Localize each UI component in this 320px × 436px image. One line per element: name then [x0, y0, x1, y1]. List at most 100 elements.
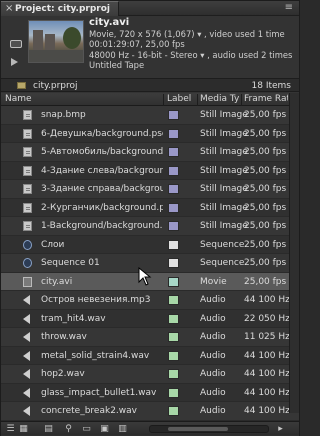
label-swatch[interactable] — [168, 202, 179, 213]
sequence-icon — [23, 239, 32, 250]
file-icon — [23, 184, 32, 194]
label-swatch[interactable] — [168, 221, 179, 231]
clip-thumbnail — [28, 20, 84, 63]
find-icon[interactable]: ⚲ — [63, 424, 74, 434]
poster-frame-icon[interactable] — [10, 40, 22, 48]
label-swatch[interactable] — [168, 369, 179, 379]
list-item[interactable]: 2-Курганчик/background.psd Still Image 25,… — [1, 198, 299, 217]
play-icon[interactable] — [11, 58, 18, 66]
item-media-type: Sequence — [200, 239, 245, 250]
item-name: concrete_break2.wav — [41, 406, 137, 416]
automate-icon[interactable]: ▤ — [43, 424, 54, 434]
label-swatch[interactable] — [168, 165, 179, 176]
scroll-right-icon[interactable]: ▸ — [275, 424, 286, 434]
close-icon[interactable]: × — [5, 4, 13, 14]
audio-icon — [23, 406, 30, 416]
bin-name: city.prproj — [33, 81, 78, 91]
list-item[interactable]: 4-Здание слева/background.psd Still Image… — [1, 161, 299, 180]
item-media-type: Audio — [200, 350, 226, 361]
column-media-type[interactable]: Media Typ — [200, 94, 240, 104]
label-swatch[interactable] — [168, 313, 179, 324]
item-name: 2-Курганчик/background.psd — [41, 202, 163, 213]
bottom-toolbar: ☰ ▦ ▤ ⚲ ▭ ▣ ▥ ▸ — [1, 421, 299, 435]
label-swatch[interactable] — [168, 147, 179, 157]
clip-info: city.avi Movie, 720 x 576 (1,067) ▾ , vi… — [89, 17, 295, 71]
item-frame-rate: 25,00 fps — [244, 202, 287, 213]
item-name: 6-Девушка/background.psd — [41, 128, 163, 139]
label-swatch[interactable] — [168, 239, 179, 250]
column-frame-rate[interactable]: Frame Rate — [244, 94, 288, 104]
item-name: 4-Здание слева/background.psd — [41, 165, 163, 176]
item-frame-rate: 44 100 Hz — [244, 369, 290, 379]
label-swatch[interactable] — [168, 276, 179, 287]
item-frame-rate: 25,00 fps — [244, 184, 287, 194]
mouse-cursor-icon — [138, 267, 152, 286]
item-name: snap.bmp — [41, 110, 86, 120]
label-swatch[interactable] — [168, 332, 179, 342]
list-item[interactable]: hop2.wav Audio 44 100 Hz — [1, 365, 299, 384]
item-name: 3-Здание справа/background.psd — [41, 184, 163, 194]
item-frame-rate: 25,00 fps — [244, 239, 287, 250]
file-icon — [23, 128, 32, 139]
list-item[interactable]: glass_impact_bullet1.wav Audio 44 100 Hz — [1, 383, 299, 402]
list-item[interactable]: Остров невезения.mp3 Audio 44 100 Hz — [1, 291, 299, 310]
new-item-icon[interactable]: ▣ — [99, 424, 110, 434]
column-label[interactable]: Label — [167, 94, 197, 104]
item-frame-rate: 22 050 Hz — [244, 313, 290, 324]
list-item[interactable]: snap.bmp Still Image 25,00 fps — [1, 106, 299, 125]
label-swatch[interactable] — [168, 387, 179, 398]
list-item[interactable]: 5-Автомобиль/background.psd Still Image25… — [1, 143, 299, 162]
item-media-type: Audio — [200, 295, 226, 305]
clip-info-line: 48000 Hz - 16-bit - Stereo ▾ , audio use… — [89, 49, 293, 60]
clip-title: city.avi — [89, 17, 130, 28]
preview-area: city.avi Movie, 720 x 576 (1,067) ▾ , vi… — [1, 16, 299, 78]
tab-label: Project: city.prproj — [15, 4, 110, 14]
item-media-type: Still Image — [200, 184, 248, 194]
item-media-type: Audio — [200, 387, 226, 398]
tab-project[interactable]: × Project: city.prproj — [1, 1, 119, 16]
clip-info-line: Untitled Tape — [89, 60, 145, 70]
icon-view-icon[interactable]: ▦ — [18, 424, 29, 434]
item-media-type: Still Image — [200, 128, 248, 139]
scroll-thumb[interactable] — [168, 427, 228, 431]
label-swatch[interactable] — [168, 258, 179, 268]
list-view-icon[interactable]: ☰ — [5, 424, 16, 434]
item-name: hop2.wav — [41, 369, 85, 379]
item-media-type: Still Image — [200, 165, 248, 176]
item-media-type: Sequence — [200, 258, 245, 268]
sequence-icon — [23, 258, 32, 268]
list-item[interactable]: 3-Здание справа/background.psd Still Imag… — [1, 180, 299, 199]
column-name[interactable]: Name — [5, 94, 155, 104]
item-frame-rate: 25,00 fps — [244, 147, 287, 157]
label-swatch[interactable] — [168, 184, 179, 194]
item-frame-rate: 11 025 Hz — [244, 332, 290, 342]
list-item[interactable]: 6-Девушка/background.psd Still Image 25,00… — [1, 124, 299, 143]
list-item[interactable]: metal_solid_strain4.wav Audio 44 100 Hz — [1, 346, 299, 365]
label-swatch[interactable] — [168, 110, 179, 120]
list-item[interactable]: 1-Background/background.psd Still Image25… — [1, 217, 299, 236]
label-swatch[interactable] — [168, 350, 179, 361]
list-item[interactable]: throw.wav Audio 11 025 Hz — [1, 328, 299, 347]
audio-icon — [23, 295, 30, 305]
audio-icon — [23, 387, 30, 398]
item-media-type: Audio — [200, 332, 226, 342]
horizontal-scrollbar[interactable] — [149, 425, 269, 433]
item-media-type: Still Image — [200, 202, 248, 213]
item-media-type: Audio — [200, 313, 226, 324]
label-swatch[interactable] — [168, 128, 179, 139]
list-item[interactable]: tram_hit4.wav Audio 22 050 Hz — [1, 309, 299, 328]
audio-icon — [23, 369, 30, 379]
panel-menu-icon[interactable]: ≡ — [285, 2, 293, 13]
file-icon — [23, 165, 32, 176]
item-media-type: Still Image — [200, 221, 248, 231]
label-swatch[interactable] — [168, 406, 179, 416]
clear-icon[interactable]: ▥ — [117, 424, 128, 434]
list-item[interactable]: Слои Sequence 25,00 fps — [1, 235, 299, 254]
list-item[interactable]: concrete_break2.wav Audio 44 100 Hz — [1, 402, 299, 421]
item-name: Слои — [41, 239, 65, 250]
label-swatch[interactable] — [168, 295, 179, 305]
file-icon — [23, 221, 32, 231]
item-frame-rate: 25,00 fps — [244, 110, 287, 120]
new-bin-icon[interactable]: ▭ — [81, 424, 92, 434]
vertical-scrollbar[interactable] — [289, 93, 299, 413]
